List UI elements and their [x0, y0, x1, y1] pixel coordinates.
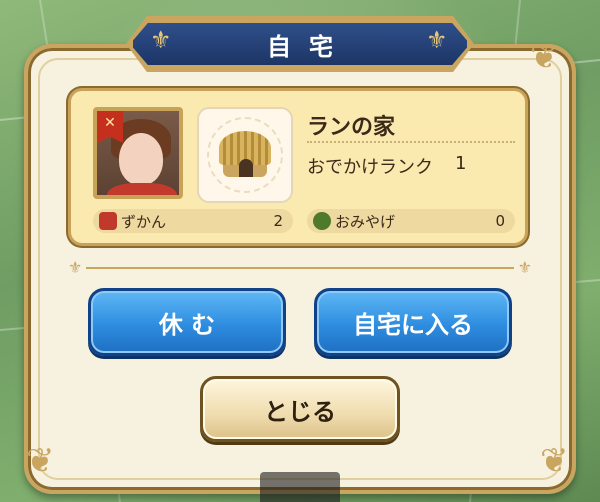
title-banner: 自宅: [130, 20, 470, 68]
corner-ornament-icon: ❦: [26, 441, 55, 481]
fleur-de-lis-icon: ⚜: [150, 26, 172, 54]
map-object: [260, 472, 340, 502]
enter-home-button[interactable]: 自宅に入る: [314, 288, 512, 356]
zukan-stat: ずかん 2: [93, 209, 293, 233]
fleur-de-lis-icon: ⚜: [68, 258, 83, 277]
fleur-de-lis-icon: ⚜: [426, 26, 448, 54]
ornamental-divider: ⚜ ⚜: [68, 258, 532, 277]
corner-ornament-icon: ❦: [540, 441, 569, 481]
character-portrait: ✕: [93, 107, 183, 199]
zukan-label: ずかん: [121, 212, 167, 231]
fleur-de-lis-icon: ⚜: [517, 258, 532, 277]
house-image-frame: [197, 107, 293, 203]
crossed-swords-icon: ✕: [97, 111, 123, 143]
divider-dotted: [307, 141, 515, 143]
home-name: ランの家: [307, 115, 396, 140]
outing-rank-label: おでかけランク: [307, 157, 433, 178]
souvenir-value: 0: [495, 212, 505, 230]
outing-rank-value: 1: [455, 153, 467, 174]
souvenir-stat: おみやげ 0: [307, 209, 515, 233]
close-button[interactable]: とじる: [200, 376, 400, 442]
rest-button[interactable]: 休 む: [88, 288, 286, 356]
corner-ornament-icon: ❦: [530, 37, 559, 77]
book-icon: [99, 212, 117, 230]
zukan-value: 2: [273, 212, 283, 230]
dialog-title: 自宅: [267, 32, 351, 61]
souvenir-label: おみやげ: [335, 212, 396, 231]
home-info-card: ✕ ランの家 おでかけランク 1 ずかん 2 おみやげ 0: [68, 88, 528, 246]
souvenir-leaf-icon: [313, 212, 331, 230]
